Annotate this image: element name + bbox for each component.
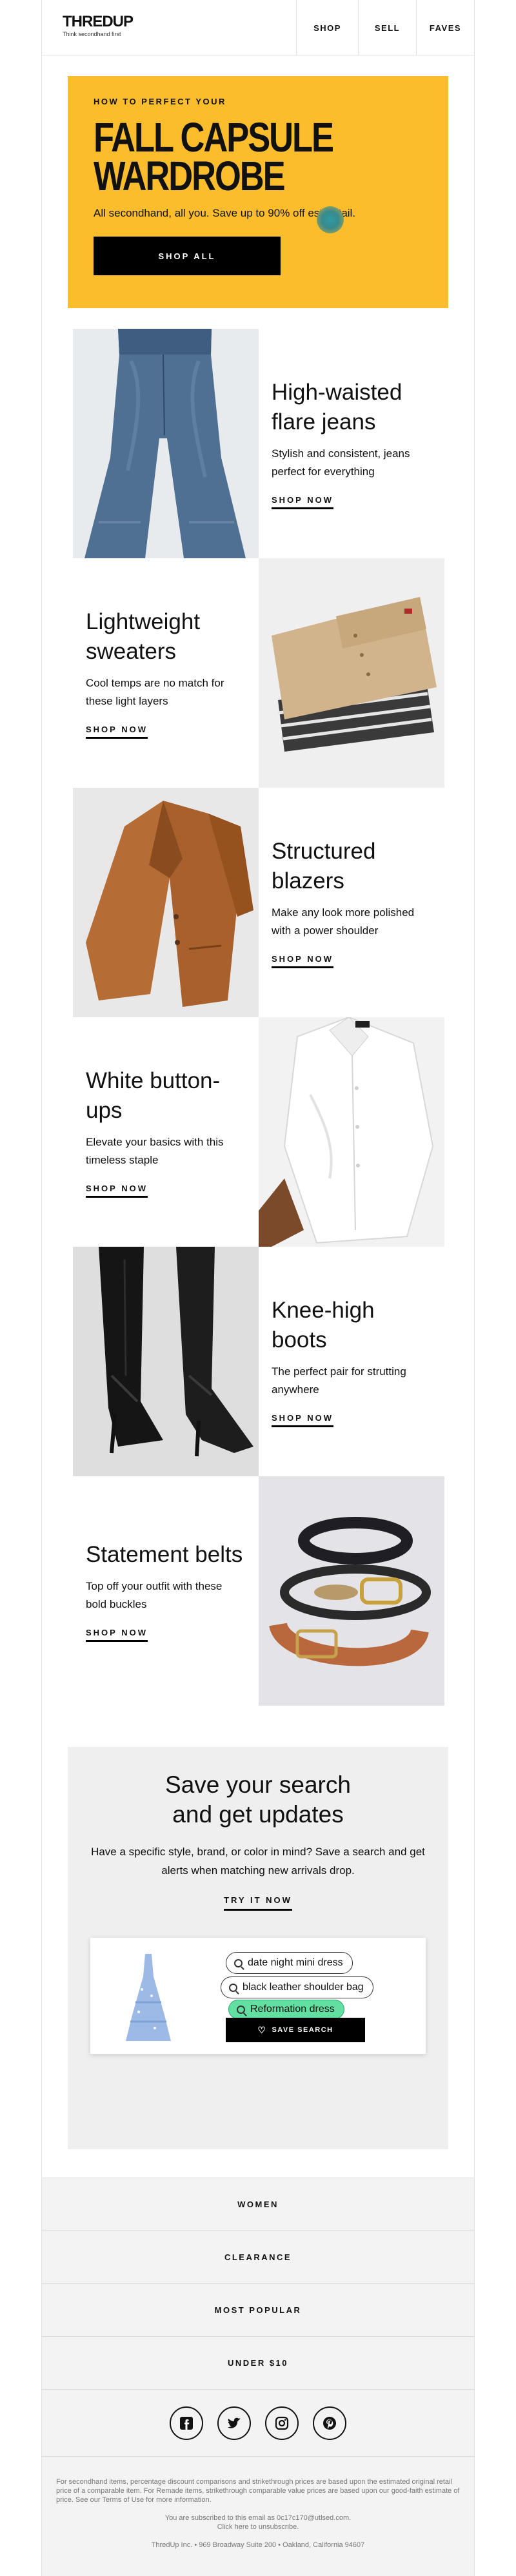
product-description: The perfect pair for strutting anywhere bbox=[272, 1365, 406, 1396]
leather-blazer-photo[interactable] bbox=[73, 788, 259, 1017]
product-title: Statement belts bbox=[86, 1542, 243, 1567]
search-icon bbox=[237, 2005, 245, 2014]
nav-sell[interactable]: SELL bbox=[358, 0, 416, 55]
folded-sweaters-photo[interactable] bbox=[259, 558, 444, 788]
footer-link-women[interactable]: WOMEN bbox=[42, 2178, 474, 2230]
legal-disclaimer: For secondhand items, percentage discoun… bbox=[56, 2478, 460, 2504]
shop-now-link[interactable]: SHOP NOW bbox=[272, 1413, 333, 1427]
company-address: ThredUp Inc. • 969 Broadway Suite 200 • … bbox=[151, 2541, 365, 2549]
product-row: Statement belts Top off your outfit with… bbox=[73, 1476, 444, 1706]
product-row: Lightweight sweaters Cool temps are no m… bbox=[73, 558, 444, 788]
save-search-description: Have a specific style, brand, or color i… bbox=[91, 1846, 425, 1877]
subscription-notice: You are subscribed to this email as 0c17… bbox=[164, 2514, 352, 2522]
knee-high-boots-photo[interactable] bbox=[73, 1247, 259, 1476]
saved-search-pill[interactable]: black leather shoulder bag bbox=[221, 1976, 373, 1998]
try-it-now-link[interactable]: TRY IT NOW bbox=[224, 1895, 292, 1911]
product-text: Structured blazers Make any look more po… bbox=[259, 788, 444, 1017]
saved-search-pill-active[interactable]: Reformation dress bbox=[228, 2000, 344, 2019]
product-text: Statement belts Top off your outfit with… bbox=[73, 1476, 259, 1706]
white-shirt-photo[interactable] bbox=[259, 1017, 444, 1247]
hero-banner[interactable]: HOW TO PERFECT YOUR FALL CAPSULE WARDROB… bbox=[68, 76, 448, 308]
footer-link-under-10[interactable]: UNDER $10 bbox=[42, 2336, 474, 2389]
product-title: White button-ups bbox=[86, 1068, 221, 1123]
shop-now-link[interactable]: SHOP NOW bbox=[272, 495, 333, 509]
unsubscribe-link[interactable]: Click here to unsubscribe. bbox=[56, 2522, 460, 2532]
shop-now-link[interactable]: SHOP NOW bbox=[86, 1184, 148, 1198]
header: THREDUP Think secondhand first SHOP SELL… bbox=[42, 0, 474, 55]
saved-search-pill[interactable]: date night mini dress bbox=[226, 1952, 353, 1974]
product-row: Knee-high boots The perfect pair for str… bbox=[73, 1247, 444, 1476]
instagram-icon[interactable] bbox=[265, 2406, 299, 2440]
product-row: High-waisted flare jeans Stylish and con… bbox=[73, 329, 444, 558]
hero-title-line2: WARDROBE bbox=[94, 153, 286, 199]
save-search-section: Save your search and get updates Have a … bbox=[68, 1747, 448, 2149]
nav-shop[interactable]: SHOP bbox=[296, 0, 358, 55]
product-grid: High-waisted flare jeans Stylish and con… bbox=[73, 329, 444, 1706]
belts-photo[interactable] bbox=[259, 1476, 444, 1706]
footer-link-clearance[interactable]: CLEARANCE bbox=[42, 2230, 474, 2283]
product-text: Lightweight sweaters Cool temps are no m… bbox=[73, 558, 259, 788]
logo[interactable]: THREDUP Think secondhand first bbox=[42, 0, 296, 55]
footer-nav: WOMEN CLEARANCE MOST POPULAR UNDER $10 bbox=[42, 2178, 474, 2389]
product-title: High-waisted flare jeans bbox=[272, 380, 402, 434]
hero-title: FALL CAPSULE WARDROBE bbox=[94, 114, 411, 199]
top-nav: SHOP SELL FAVES bbox=[296, 0, 474, 55]
shop-now-link[interactable]: SHOP NOW bbox=[86, 725, 148, 739]
product-description: Elevate your basics with this timeless s… bbox=[86, 1136, 224, 1166]
hero-subtitle: All secondhand, all you. Save up to 90% … bbox=[94, 207, 356, 219]
shop-now-link[interactable]: SHOP NOW bbox=[86, 1628, 148, 1642]
shop-now-link[interactable]: SHOP NOW bbox=[272, 954, 333, 968]
save-search-button-label: SAVE SEARCH bbox=[272, 2026, 333, 2034]
product-title: Lightweight sweaters bbox=[86, 609, 201, 664]
product-title: Structured blazers bbox=[272, 839, 376, 893]
product-description: Cool temps are no match for these light … bbox=[86, 677, 224, 707]
saved-search-label: Reformation dress bbox=[250, 2004, 335, 2015]
save-search-button[interactable]: ♡ SAVE SEARCH bbox=[226, 2018, 365, 2042]
dress-photo bbox=[116, 1951, 181, 2047]
saved-search-label: black leather shoulder bag bbox=[243, 1982, 364, 1993]
search-icon bbox=[229, 1983, 237, 1992]
legal-footer: For secondhand items, percentage discoun… bbox=[42, 2456, 474, 2576]
pinterest-icon[interactable] bbox=[313, 2406, 346, 2440]
nav-faves[interactable]: FAVES bbox=[416, 0, 474, 55]
email-container: THREDUP Think secondhand first SHOP SELL… bbox=[41, 0, 475, 2576]
product-text: Knee-high boots The perfect pair for str… bbox=[259, 1247, 444, 1476]
product-description: Top off your outfit with these bold buck… bbox=[86, 1580, 223, 1610]
facebook-icon[interactable] bbox=[170, 2406, 203, 2440]
product-title: Knee-high boots bbox=[272, 1298, 375, 1352]
logo-wordmark: THREDUP bbox=[63, 13, 134, 30]
flare-jeans-photo[interactable] bbox=[73, 329, 259, 558]
footer-link-most-popular[interactable]: MOST POPULAR bbox=[42, 2283, 474, 2336]
product-text: High-waisted flare jeans Stylish and con… bbox=[259, 329, 444, 558]
social-links bbox=[42, 2389, 474, 2456]
saved-search-label: date night mini dress bbox=[248, 1957, 343, 1968]
shop-all-button[interactable]: SHOP ALL bbox=[94, 237, 281, 275]
hero-eyebrow: HOW TO PERFECT YOUR bbox=[94, 97, 226, 106]
save-search-title: Save your search and get updates bbox=[165, 1771, 351, 1828]
save-search-card: date night mini dress black leather shou… bbox=[90, 1938, 426, 2054]
product-row: White button-ups Elevate your basics wit… bbox=[73, 1017, 444, 1247]
logo-tagline: Think secondhand first bbox=[63, 31, 121, 37]
product-description: Make any look more polished with a power… bbox=[272, 906, 415, 937]
search-icon bbox=[234, 1958, 243, 1967]
product-description: Stylish and consistent, jeans perfect fo… bbox=[272, 447, 410, 478]
heart-icon: ♡ bbox=[257, 2024, 267, 2035]
circle-graphic-icon bbox=[317, 206, 344, 233]
product-row: Structured blazers Make any look more po… bbox=[73, 788, 444, 1017]
hero-title-line1: FALL CAPSULE bbox=[94, 114, 334, 161]
product-text: White button-ups Elevate your basics wit… bbox=[73, 1017, 259, 1247]
twitter-icon[interactable] bbox=[217, 2406, 251, 2440]
